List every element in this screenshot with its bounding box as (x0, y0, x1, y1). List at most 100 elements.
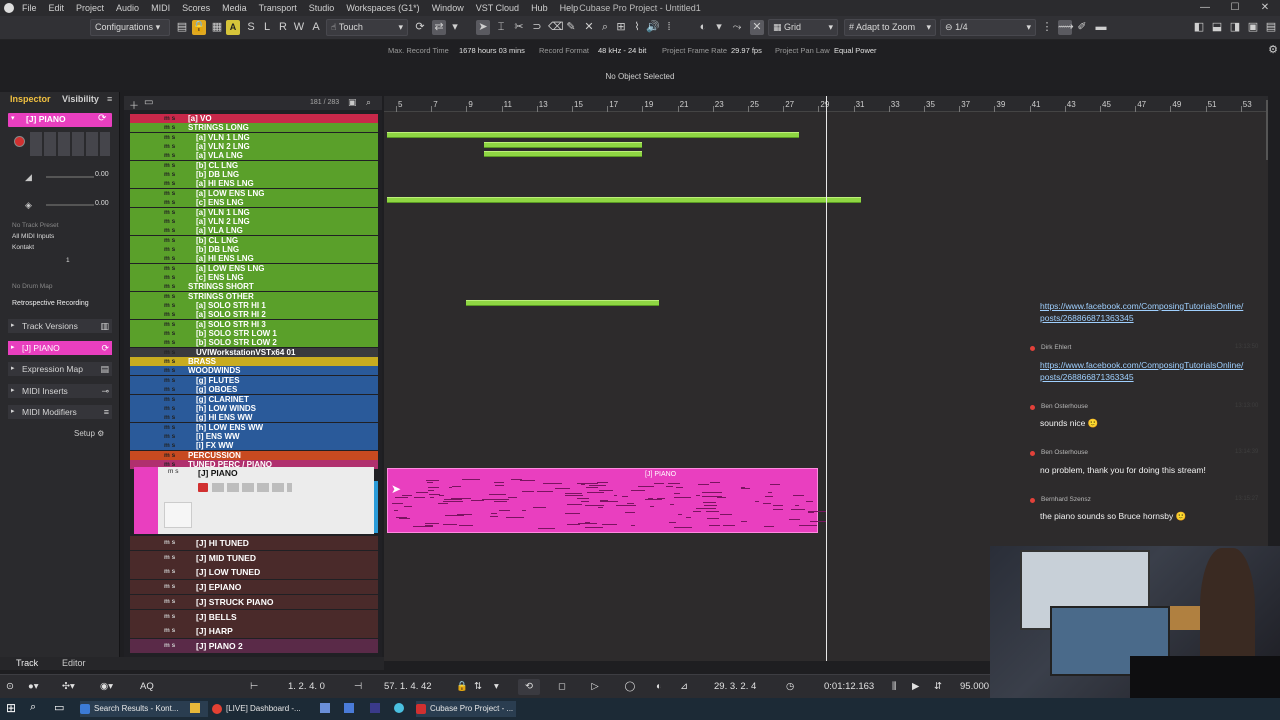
right-locator-icon[interactable]: ⊣ (354, 679, 362, 695)
midi-part[interactable] (387, 132, 799, 138)
mute-solo-buttons[interactable]: m s (164, 348, 175, 357)
folder-track-row[interactable]: m s [a] VO (130, 114, 378, 123)
midi-output-field[interactable]: Kontakt (12, 244, 34, 251)
record-enable-button[interactable] (14, 136, 25, 147)
listen-icon[interactable]: L (260, 20, 274, 35)
glue-tool-icon[interactable]: ⊃ (530, 20, 544, 35)
taskbar-item-cubase[interactable]: Cubase Pro Project - ... (416, 701, 516, 717)
menu-icon[interactable]: ≡ (107, 94, 112, 104)
iterative-quantize-icon[interactable]: ⟿ (1058, 20, 1074, 35)
mute-solo-buttons[interactable]: m s (164, 329, 175, 338)
menu-vst-cloud[interactable]: VST Cloud (470, 0, 525, 16)
app-icon[interactable] (344, 703, 354, 713)
color-menu-icon[interactable]: ▬ (1094, 20, 1108, 35)
section-midi-modifiers[interactable]: ▸ MIDI Modifiers ≡ (8, 405, 112, 419)
track-row[interactable]: m s [b] SOLO STR LOW 1 (130, 329, 378, 339)
solo-icon[interactable]: S (244, 20, 258, 35)
taskbar-item-search-results[interactable]: Search Results - Kont... (80, 701, 208, 717)
mute-solo-buttons[interactable]: m s (164, 357, 175, 366)
menu-media[interactable]: Media (216, 0, 253, 16)
position-mode-icon[interactable]: ⊿ (680, 679, 688, 695)
position-bars-value[interactable]: 29. 3. 2. 4 (714, 679, 756, 695)
cycle-button[interactable]: ⟲ (518, 679, 540, 695)
track-row[interactable]: m s [a] HI ENS LNG (130, 254, 378, 264)
track-row[interactable]: m s [g] FLUTES (130, 375, 378, 385)
play-tool-icon[interactable]: 🔊 (646, 20, 660, 35)
track-row[interactable]: m s [c] ENS LNG (130, 272, 378, 282)
mute-solo-buttons[interactable]: m s (164, 273, 175, 282)
midi-channel-field[interactable]: 1 (66, 257, 70, 264)
track-row[interactable]: m s [a] SOLO STR HI 1 (130, 301, 378, 310)
time-mode-icon[interactable]: ◷ (786, 679, 794, 695)
setup-button[interactable]: Setup ⚙ (74, 429, 104, 438)
record-icon[interactable]: ●▾ (28, 679, 39, 695)
track-row[interactable]: m s [J] BELLS (130, 609, 378, 624)
search-icon[interactable]: ⌕ (30, 701, 36, 714)
tab-editor[interactable]: Editor (62, 658, 86, 668)
midi-input-field[interactable]: All MIDI Inputs (12, 233, 54, 240)
mute-solo-buttons[interactable]: m s (164, 376, 175, 385)
menu-window[interactable]: Window (426, 0, 470, 16)
tab-track[interactable]: Track (16, 658, 38, 668)
color-tool-icon[interactable]: ⁞ (662, 20, 676, 35)
position-time-value[interactable]: 0:01:12.163 (824, 679, 874, 695)
track-row[interactable]: m s [a] SOLO STR HI 2 (130, 310, 378, 320)
mute-solo-buttons[interactable]: m s (164, 301, 175, 310)
folder-track-row[interactable]: m s STRINGS OTHER (130, 291, 378, 301)
chat-message-line2[interactable]: posts/268866871363345 (1040, 372, 1134, 382)
lower-zone-icon[interactable]: ⬓ (1210, 20, 1224, 35)
mute-solo-buttons[interactable]: m s (164, 170, 175, 179)
track-row[interactable]: m s [b] DB LNG (130, 170, 378, 180)
track-row[interactable]: m s [b] CL LNG (130, 160, 378, 170)
lock-icon[interactable]: 🔒 (456, 679, 468, 695)
mute-solo-buttons[interactable]: m s (164, 413, 175, 422)
track-row[interactable]: m s [a] LOW ENS LNG (130, 188, 378, 198)
mute-solo-buttons[interactable]: m s (164, 565, 175, 579)
folder-track-row[interactable]: m s PERCUSSION (130, 450, 378, 460)
tempo-value[interactable]: 95.000 (960, 679, 989, 695)
record-button[interactable]: ◯ (620, 679, 640, 695)
midi-part[interactable] (484, 151, 642, 157)
mute-solo-buttons[interactable]: m s (164, 536, 175, 550)
track-row[interactable]: m s [a] VLA LNG (130, 226, 378, 236)
menu-studio[interactable]: Studio (303, 0, 341, 16)
chevron-down-icon[interactable]: ▾ (712, 20, 726, 35)
track-row[interactable]: m s [a] VLN 2 LNG (130, 142, 378, 152)
menu-hub[interactable]: Hub (525, 0, 554, 16)
read-icon[interactable]: R (276, 20, 290, 35)
folder-track-row[interactable]: m s STRINGS LONG (130, 123, 378, 133)
chat-message[interactable]: https://www.facebook.com/ComposingTutori… (1040, 360, 1243, 370)
mute-solo-buttons[interactable]: m s (164, 226, 175, 235)
track-row[interactable]: m s [b] CL LNG (130, 235, 378, 245)
mute-solo-buttons[interactable]: m s (164, 551, 175, 565)
mute-solo-buttons[interactable]: m s (164, 451, 175, 460)
mute-solo-buttons[interactable]: m s (164, 282, 175, 291)
track-control-buttons[interactable] (212, 483, 292, 492)
folder-track-row[interactable]: m s WOODWINDS (130, 366, 378, 376)
play-button[interactable]: ▷ (585, 679, 605, 695)
zoom-tool-icon[interactable]: ⌕ (598, 20, 612, 35)
track-buttons[interactable] (30, 132, 110, 156)
menu-project[interactable]: Project (70, 0, 110, 16)
stop-button[interactable]: ◻ (552, 679, 572, 695)
track-row[interactable]: m s [a] VLN 2 LNG (130, 216, 378, 226)
midi-part[interactable] (484, 142, 642, 148)
track-row[interactable]: m s UVIWorkstationVSTx64 01 (130, 347, 378, 357)
mute-solo-buttons[interactable]: m s (164, 161, 175, 170)
track-row[interactable]: m s [J] STRUCK PIANO (130, 594, 378, 609)
auto-quantize-icon[interactable]: AQ (140, 679, 154, 695)
close-button[interactable]: ✕ (1250, 0, 1280, 16)
mute-solo-buttons[interactable]: m s (164, 338, 175, 347)
mute-solo-buttons[interactable]: m s (164, 404, 175, 413)
menu-workspaces[interactable]: Workspaces (G1*) (340, 0, 425, 16)
edit-icon[interactable]: ✐ (1075, 20, 1089, 35)
mute-solo-buttons[interactable]: m s (164, 114, 175, 123)
mute-solo-buttons[interactable]: m s (164, 320, 175, 329)
mute-tool-icon[interactable]: ✕ (582, 20, 596, 35)
section-expression-map[interactable]: ▸ Expression Map ▤ (8, 362, 112, 376)
mute-solo-buttons[interactable]: m s (164, 217, 175, 226)
right-zone-icon[interactable]: ◨ (1228, 20, 1242, 35)
retrospective-recording-field[interactable]: Retrospective Recording (12, 300, 89, 307)
record-enable-button[interactable] (198, 483, 208, 492)
track-row[interactable]: m s [a] VLN 1 LNG (130, 132, 378, 142)
